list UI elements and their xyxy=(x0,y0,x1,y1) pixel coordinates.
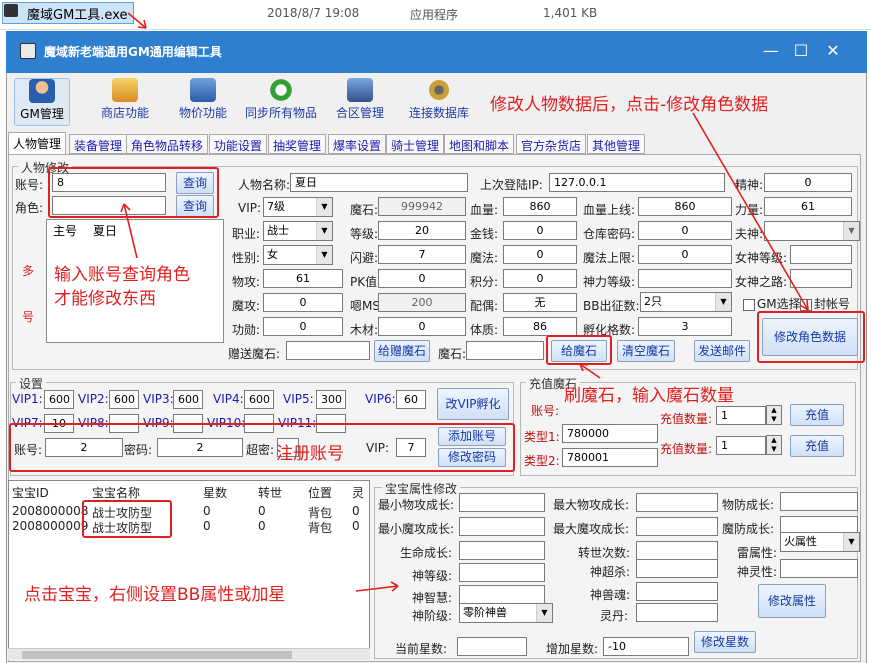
annotation-arrows xyxy=(120,12,809,592)
modify-arrow-head xyxy=(799,299,809,311)
file-arrow xyxy=(127,12,147,29)
query-arrow xyxy=(123,203,138,259)
modify-arrow xyxy=(692,112,809,311)
